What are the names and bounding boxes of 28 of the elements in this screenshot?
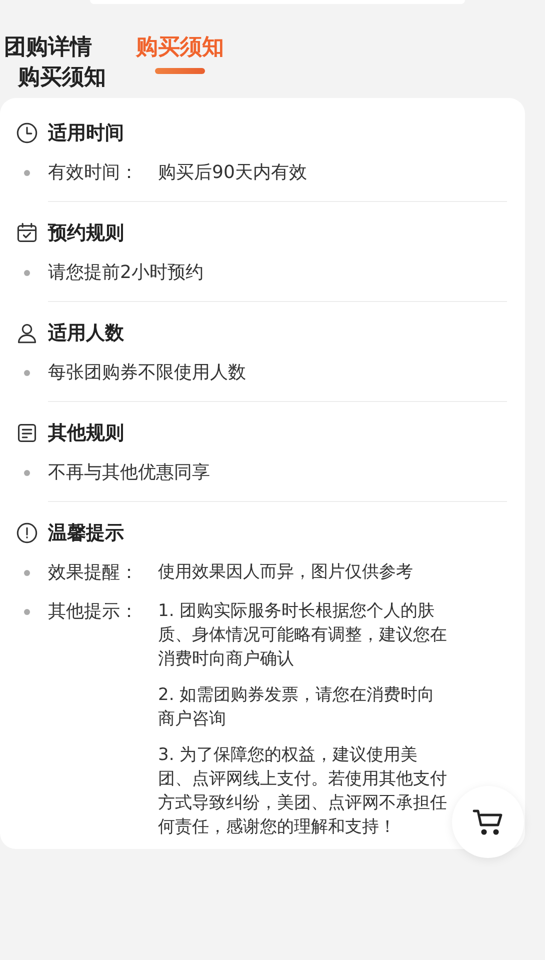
section-title: 温馨提示 bbox=[48, 521, 124, 546]
bullet-icon bbox=[24, 470, 30, 476]
item-label: 有效时间： bbox=[48, 161, 139, 185]
section-title: 其他规则 bbox=[48, 421, 124, 446]
person-icon bbox=[16, 322, 38, 344]
item-label: 效果提醒： bbox=[48, 561, 139, 585]
item-text: 3. 为了保障您的权益，建议使用美团、点评网线上支付。若使用其他支付方式导致纠纷，美团、点评网不承担任何责任，感谢您的理解和支持！ bbox=[158, 744, 448, 839]
note-icon bbox=[16, 422, 38, 444]
clock-icon bbox=[16, 122, 38, 144]
section-title: 适用时间 bbox=[48, 121, 124, 146]
exclamation-icon bbox=[16, 522, 38, 544]
section-title: 预约规则 bbox=[48, 221, 124, 246]
bullet-icon bbox=[24, 609, 30, 615]
item-text: 1. 团购实际服务时长根据您个人的肤质、身体情况可能略有调整，建议您在消费时向商户确认 bbox=[158, 600, 448, 671]
bullet-icon bbox=[24, 370, 30, 376]
cart-icon bbox=[472, 808, 504, 836]
item-text: 每张团购券不限使用人数 bbox=[48, 361, 247, 385]
item-text: 购买后90天内有效 bbox=[158, 161, 308, 185]
bullet-icon bbox=[24, 170, 30, 176]
bullet-icon bbox=[24, 570, 30, 576]
item-label: 其他提示： bbox=[48, 600, 139, 624]
item-text: 使用效果因人而异，图片仅供参考 bbox=[158, 561, 414, 584]
calendar-icon bbox=[16, 222, 38, 244]
item-text: 请您提前2小时预约 bbox=[48, 261, 204, 285]
section-title: 适用人数 bbox=[48, 321, 124, 346]
item-text: 不再与其他优惠同享 bbox=[48, 461, 211, 485]
item-text: 2. 如需团购券发票，请您在消费时向商户咨询 bbox=[158, 684, 436, 731]
bullet-icon bbox=[24, 270, 30, 276]
